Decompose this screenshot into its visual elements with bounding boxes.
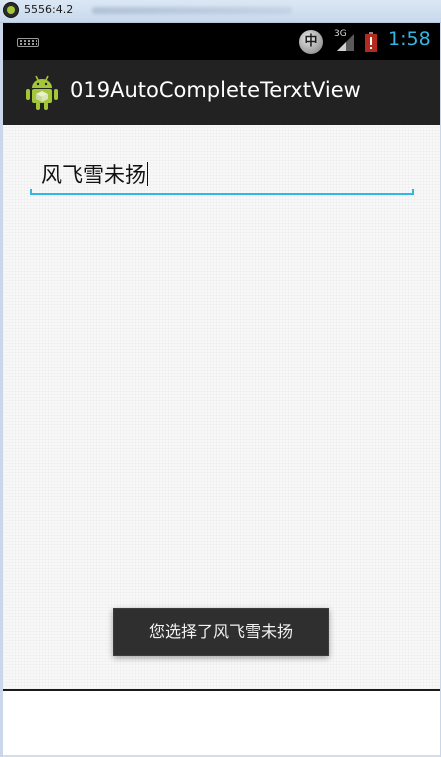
keyboard-icon (17, 38, 39, 47)
autocomplete-input-value: 风飞雪未扬 (41, 162, 148, 187)
status-bar[interactable]: 中 3G 1:58 (3, 23, 440, 60)
window-title: 5556:4.2 (24, 3, 74, 16)
window-title-path-blur (92, 7, 292, 14)
autocomplete-input[interactable]: 风飞雪未扬 (30, 153, 414, 195)
device-screen: 中 3G 1:58 019AutoCompleteTerxtView 风飞雪未扬… (3, 23, 440, 757)
window-title-bar[interactable]: 5556:4.2 (0, 0, 441, 23)
main-content: 风飞雪未扬 您选择了风飞雪未扬 (3, 125, 440, 689)
status-clock: 1:58 (388, 28, 431, 50)
signal-icon (337, 34, 354, 51)
input-underline (30, 189, 414, 195)
bottom-area (3, 691, 440, 757)
ime-indicator: 中 (299, 30, 323, 54)
android-robot-icon[interactable] (25, 74, 59, 112)
android-emulator-icon (3, 2, 19, 18)
app-title: 019AutoCompleteTerxtView (70, 78, 361, 102)
text-caret (147, 162, 148, 186)
battery-alert-icon (365, 32, 377, 52)
emulator-window: 5556:4.2 中 3G 1:58 019AutoCompleteTerxtV… (0, 0, 441, 757)
action-bar: 019AutoCompleteTerxtView (3, 60, 440, 126)
toast-message: 您选择了风飞雪未扬 (113, 608, 329, 656)
